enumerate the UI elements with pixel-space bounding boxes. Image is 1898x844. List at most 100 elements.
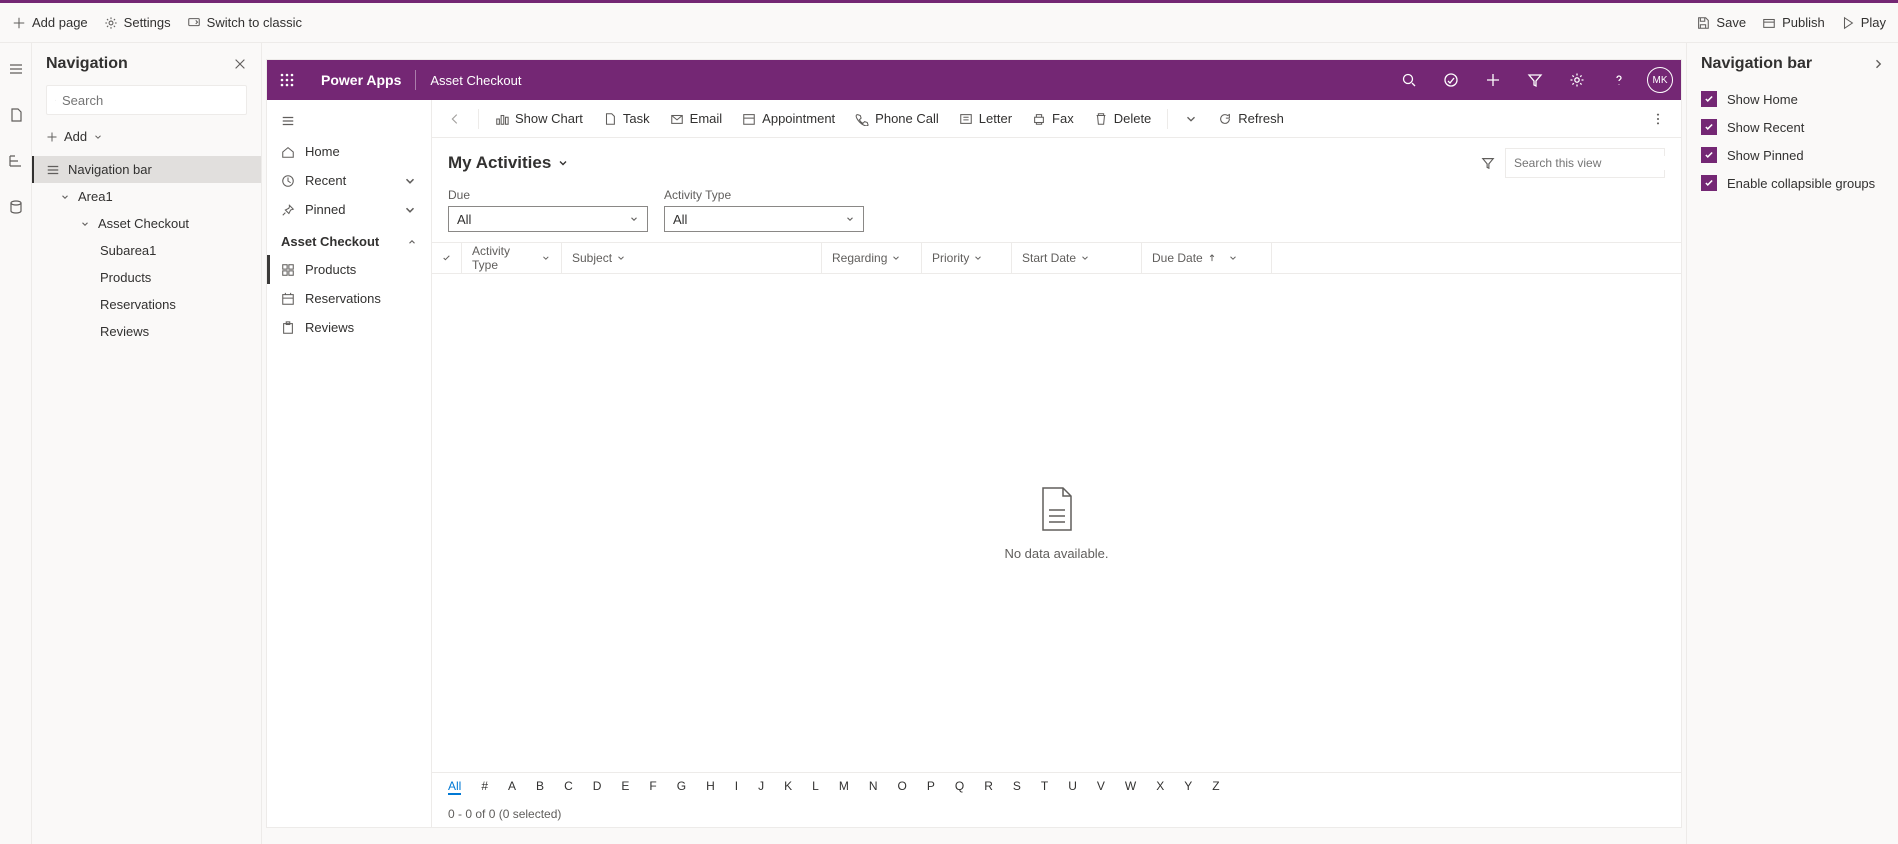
alpha-k[interactable]: K: [784, 779, 792, 795]
letter-button[interactable]: Letter: [951, 107, 1020, 130]
app-launcher-button[interactable]: [267, 60, 307, 100]
sidebar-item-products[interactable]: Products: [267, 255, 431, 284]
alpha-o[interactable]: O: [898, 779, 907, 795]
delete-dropdown[interactable]: [1176, 108, 1206, 130]
nav-item-reservations[interactable]: Reservations: [32, 291, 261, 318]
select-all-checkbox[interactable]: [432, 243, 462, 273]
properties-panel: Navigation bar Show Home Show Recent Sho…: [1686, 43, 1898, 844]
alpha-#[interactable]: #: [481, 779, 488, 795]
alpha-e[interactable]: E: [621, 779, 629, 795]
alpha-c[interactable]: C: [564, 779, 573, 795]
clock-icon: [281, 174, 295, 188]
alpha-f[interactable]: F: [649, 779, 656, 795]
alpha-w[interactable]: W: [1125, 779, 1136, 795]
alpha-i[interactable]: I: [735, 779, 738, 795]
plus-icon: [12, 16, 26, 30]
appointment-button[interactable]: Appointment: [734, 107, 843, 130]
checkbox-show-pinned[interactable]: Show Pinned: [1687, 141, 1898, 169]
nav-item-asset-checkout[interactable]: Asset Checkout: [32, 210, 261, 237]
alpha-s[interactable]: S: [1013, 779, 1021, 795]
alpha-r[interactable]: R: [984, 779, 993, 795]
checkbox-collapsible[interactable]: Enable collapsible groups: [1687, 169, 1898, 197]
activity-type-select[interactable]: All: [664, 206, 864, 232]
chevron-right-icon[interactable]: [1872, 58, 1884, 70]
view-title[interactable]: My Activities: [448, 153, 569, 173]
play-button[interactable]: Play: [1841, 15, 1886, 30]
due-select[interactable]: All: [448, 206, 648, 232]
nav-search-input[interactable]: [46, 85, 247, 115]
phone-call-button[interactable]: Phone Call: [847, 107, 947, 130]
user-avatar[interactable]: MK: [1647, 67, 1673, 93]
nav-item-subarea1[interactable]: Subarea1: [32, 237, 261, 264]
col-start-date[interactable]: Start Date: [1012, 243, 1142, 273]
back-button[interactable]: [440, 108, 470, 130]
nav-item-navigation-bar[interactable]: Navigation bar: [32, 156, 261, 183]
tree-icon[interactable]: [8, 153, 24, 169]
alpha-l[interactable]: L: [812, 779, 819, 795]
search-icon: [55, 94, 56, 107]
nav-item-area1[interactable]: Area1: [32, 183, 261, 210]
more-button[interactable]: [1643, 108, 1673, 130]
list-icon: [46, 163, 60, 177]
task-button[interactable]: Task: [595, 107, 658, 130]
settings-button[interactable]: Settings: [104, 15, 171, 30]
sidebar-group-asset-checkout[interactable]: Asset Checkout: [267, 224, 431, 255]
checkbox-show-recent[interactable]: Show Recent: [1687, 113, 1898, 141]
sidebar-item-recent[interactable]: Recent: [267, 166, 431, 195]
search-button[interactable]: [1389, 60, 1429, 100]
alpha-a[interactable]: A: [508, 779, 516, 795]
sidebar-item-home[interactable]: Home: [267, 137, 431, 166]
alpha-p[interactable]: P: [927, 779, 935, 795]
switch-classic-button[interactable]: Switch to classic: [187, 15, 302, 30]
email-button[interactable]: Email: [662, 107, 731, 130]
sidebar-item-reviews[interactable]: Reviews: [267, 313, 431, 342]
col-priority[interactable]: Priority: [922, 243, 1012, 273]
alpha-all[interactable]: All: [448, 779, 461, 795]
alpha-q[interactable]: Q: [955, 779, 964, 795]
trash-icon: [1094, 112, 1108, 126]
publish-button[interactable]: Publish: [1762, 15, 1825, 30]
settings-button[interactable]: [1557, 60, 1597, 100]
plus-icon: [46, 131, 58, 143]
alpha-z[interactable]: Z: [1212, 779, 1219, 795]
sidebar-toggle[interactable]: [267, 108, 431, 137]
show-chart-button[interactable]: Show Chart: [487, 107, 591, 130]
alpha-n[interactable]: N: [869, 779, 878, 795]
col-activity-type[interactable]: Activity Type: [462, 243, 562, 273]
alpha-y[interactable]: Y: [1184, 779, 1192, 795]
col-subject[interactable]: Subject: [562, 243, 822, 273]
search-view-input[interactable]: [1505, 148, 1665, 178]
col-due-date[interactable]: Due Date: [1142, 243, 1272, 273]
nav-item-reviews[interactable]: Reviews: [32, 318, 261, 345]
alpha-d[interactable]: D: [593, 779, 602, 795]
alpha-x[interactable]: X: [1156, 779, 1164, 795]
alpha-h[interactable]: H: [706, 779, 715, 795]
sidebar-item-pinned[interactable]: Pinned: [267, 195, 431, 224]
hamburger-icon[interactable]: [8, 61, 24, 77]
help-button[interactable]: [1599, 60, 1639, 100]
nav-item-products[interactable]: Products: [32, 264, 261, 291]
close-icon[interactable]: [233, 57, 247, 71]
sidebar-item-reservations[interactable]: Reservations: [267, 284, 431, 313]
refresh-button[interactable]: Refresh: [1210, 107, 1292, 130]
delete-button[interactable]: Delete: [1086, 107, 1160, 130]
fax-button[interactable]: Fax: [1024, 107, 1082, 130]
assistant-button[interactable]: [1431, 60, 1471, 100]
alpha-m[interactable]: M: [839, 779, 849, 795]
filter-icon[interactable]: [1481, 156, 1495, 170]
add-page-button[interactable]: Add page: [12, 15, 88, 30]
save-button[interactable]: Save: [1696, 15, 1746, 30]
alpha-v[interactable]: V: [1097, 779, 1105, 795]
add-button[interactable]: [1473, 60, 1513, 100]
alpha-u[interactable]: U: [1068, 779, 1077, 795]
filter-button[interactable]: [1515, 60, 1555, 100]
alpha-b[interactable]: B: [536, 779, 544, 795]
checkbox-show-home[interactable]: Show Home: [1687, 85, 1898, 113]
col-regarding[interactable]: Regarding: [822, 243, 922, 273]
alpha-t[interactable]: T: [1041, 779, 1048, 795]
add-button[interactable]: Add: [32, 123, 261, 150]
page-icon[interactable]: [8, 107, 24, 123]
data-icon[interactable]: [8, 199, 24, 215]
alpha-j[interactable]: J: [758, 779, 764, 795]
alpha-g[interactable]: G: [677, 779, 686, 795]
